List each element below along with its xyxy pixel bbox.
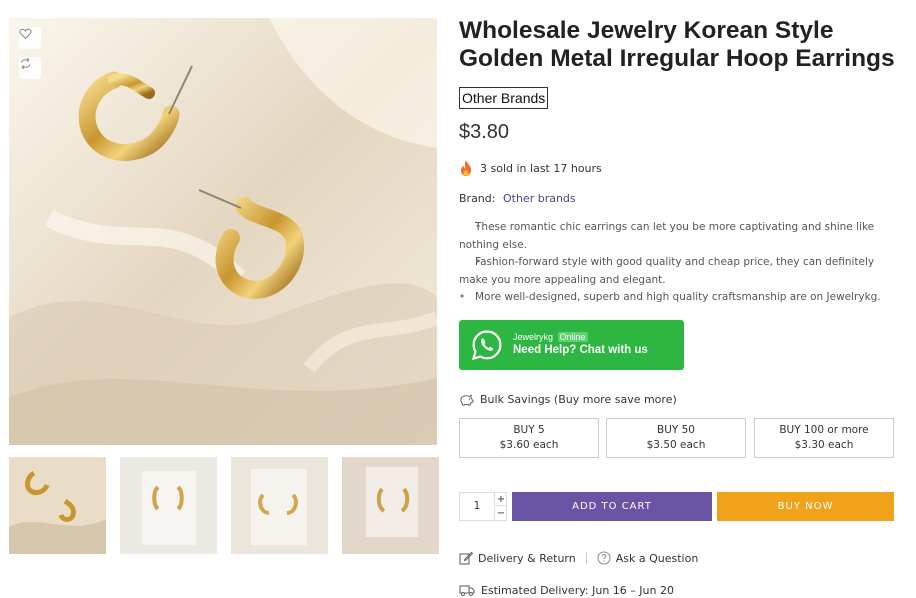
feature-item: Fashion-forward style with good quality …	[459, 254, 899, 289]
bulk-savings-text: Bulk Savings (Buy more save more)	[480, 393, 677, 406]
quantity-input[interactable]: 1	[460, 493, 494, 520]
thumbnail-4[interactable]	[342, 457, 439, 554]
bulk-tier-5[interactable]: BUY 5 $3.60 each	[459, 418, 599, 458]
bulk-tier-50[interactable]: BUY 50 $3.50 each	[606, 418, 746, 458]
add-to-cart-button[interactable]: ADD TO CART	[512, 492, 712, 521]
wishlist-button[interactable]	[19, 27, 41, 49]
tier-label: BUY 100 or more	[779, 424, 869, 436]
thumbnail-strip	[9, 457, 439, 554]
bulk-savings-heading: Bulk Savings (Buy more save more)	[459, 392, 677, 407]
whatsapp-text: Jewelrykg Online Need Help? Chat with us	[513, 332, 648, 358]
estimated-delivery: Estimated Delivery: Jun 16 – Jun 20	[459, 583, 674, 597]
piggy-bank-icon	[460, 394, 474, 406]
tier-label: BUY 5	[513, 424, 545, 436]
whatsapp-chat-button[interactable]: Jewelrykg Online Need Help? Chat with us	[459, 320, 684, 370]
product-title: Wholesale Jewelry Korean Style Golden Me…	[459, 17, 895, 72]
ask-question-label: Ask a Question	[615, 551, 699, 565]
delivery-truck-icon	[459, 585, 475, 596]
fire-icon	[461, 160, 471, 176]
compare-button[interactable]	[19, 57, 41, 79]
tier-price: $3.30 each	[794, 439, 854, 451]
tier-price: $3.60 each	[499, 439, 559, 451]
ask-question-link[interactable]: Ask a Question	[597, 551, 699, 565]
compare-arrows-icon	[20, 57, 31, 70]
sold-text: 3 sold in last 17 hours	[480, 161, 602, 175]
earring-thumb-1	[9, 457, 106, 554]
brand-line: Brand: Other brands	[459, 192, 576, 205]
info-links: Delivery & Return Ask a Question	[459, 551, 698, 565]
product-main-image[interactable]	[9, 18, 437, 445]
question-circle-icon	[597, 551, 611, 565]
quantity-stepper: 1 + −	[459, 492, 507, 521]
delivery-return-link[interactable]: Delivery & Return	[459, 551, 576, 565]
thumbnail-2[interactable]	[120, 457, 217, 554]
quantity-increase-button[interactable]: +	[494, 493, 507, 506]
heart-icon	[19, 28, 32, 40]
whatsapp-icon	[471, 330, 502, 361]
sold-counter: 3 sold in last 17 hours	[459, 160, 602, 176]
bulk-tier-100[interactable]: BUY 100 or more $3.30 each	[754, 418, 894, 458]
whatsapp-cta: Need Help? Chat with us	[513, 344, 648, 356]
feature-item: More well-designed, superb and high qual…	[459, 289, 899, 307]
quantity-decrease-button[interactable]: −	[494, 507, 507, 520]
brand-link[interactable]: Other brands	[503, 192, 576, 205]
earring-thumb-3	[231, 457, 328, 554]
whatsapp-agent-line: Jewelrykg Online	[513, 332, 648, 343]
online-status-badge: Online	[557, 332, 588, 342]
thumbnail-3[interactable]	[231, 457, 328, 554]
link-divider	[585, 552, 587, 564]
brand-tag[interactable]: Other Brands	[459, 87, 549, 109]
buy-now-button[interactable]: BUY NOW	[717, 492, 894, 521]
earring-thumb-2	[120, 457, 217, 554]
tier-price: $3.50 each	[646, 439, 706, 451]
edit-box-icon	[459, 551, 473, 565]
brand-label: Brand:	[459, 192, 496, 205]
delivery-return-label: Delivery & Return	[478, 551, 576, 565]
feature-item: These romantic chic earrings can let you…	[459, 219, 899, 254]
earring-thumb-4	[342, 457, 439, 554]
thumbnail-1[interactable]	[9, 457, 106, 554]
estimated-delivery-text: Estimated Delivery: Jun 16 – Jun 20	[481, 583, 674, 597]
earrings-photo	[9, 18, 437, 445]
tier-label: BUY 50	[656, 424, 695, 436]
product-price: $3.80	[459, 121, 510, 143]
whatsapp-agent-name: Jewelrykg	[513, 332, 554, 342]
feature-list: These romantic chic earrings can let you…	[459, 219, 899, 307]
